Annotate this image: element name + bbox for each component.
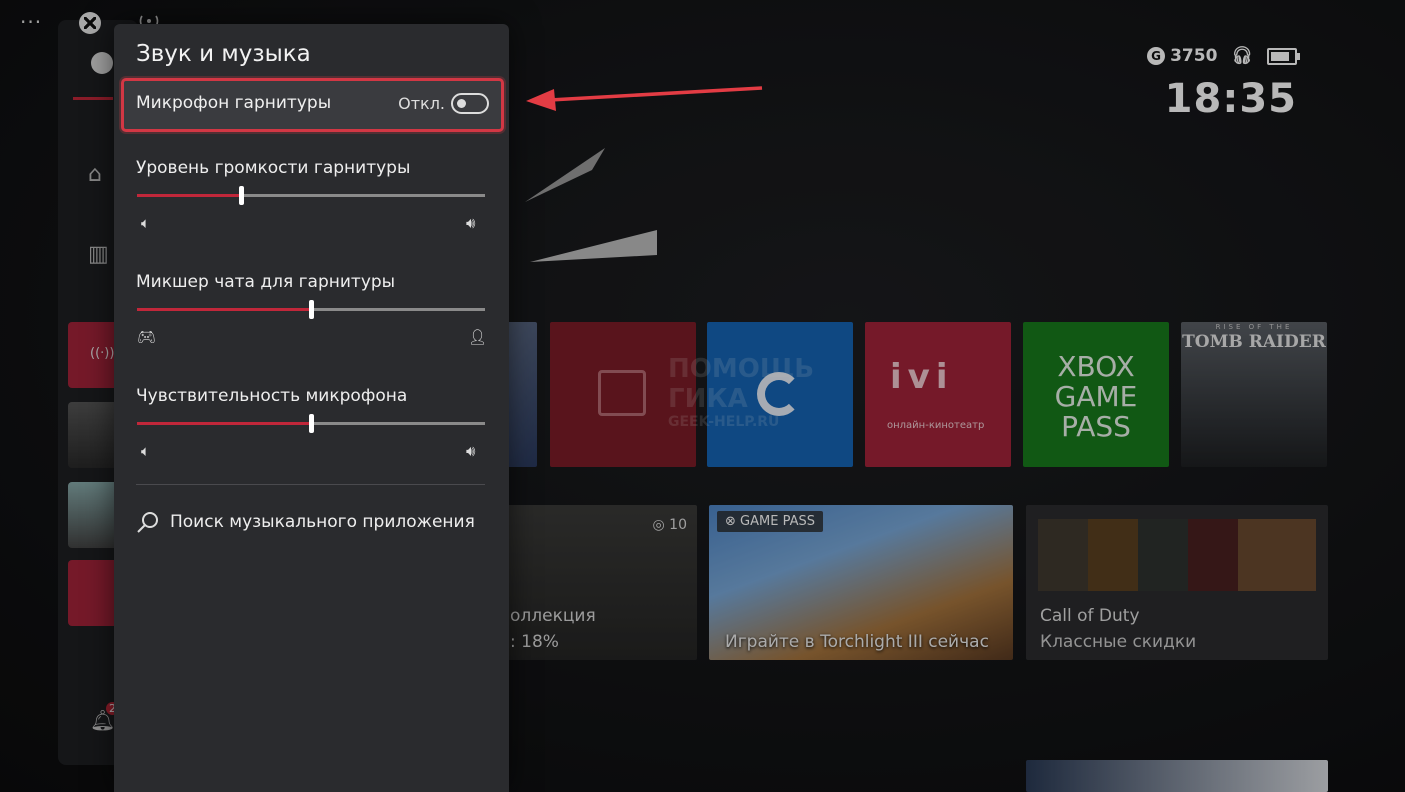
headset-mic-label: Микрофон гарнитуры <box>136 93 332 113</box>
watermark: ПОМОЩЬ ГИКА GEEK-HELP.RU <box>668 354 814 430</box>
status-bar: G 3750 🎧︎ <box>1147 46 1300 66</box>
tile-ivi[interactable]: ivi онлайн-кинотеатр <box>865 322 1011 467</box>
controller-icon: 🎮︎ <box>137 328 157 346</box>
volume-high-icon: 🔊︎ <box>466 214 476 232</box>
search-icon <box>137 512 158 533</box>
xbox-small-icon: ⊗ <box>725 514 736 529</box>
chat-mixer-fill <box>137 308 311 311</box>
rail-active-underline <box>73 97 113 100</box>
search-music-app-button[interactable]: Поиск музыкального приложения <box>136 510 475 534</box>
headset-volume-slider[interactable] <box>137 186 485 205</box>
panel-title: Звук и музыка <box>136 41 311 67</box>
watermark-line3: GEEK-HELP.RU <box>668 414 780 430</box>
headset-mic-state: Откл. <box>398 94 445 113</box>
annotation-arrow <box>526 86 763 111</box>
chat-mixer-slider[interactable] <box>137 300 485 319</box>
tile-call-of-duty[interactable]: Call of Duty Классные скидки <box>1026 505 1328 660</box>
broadcast-icon: ((·)) <box>90 346 115 361</box>
tomb-raider-subtitle: RISE OF THE <box>1215 323 1293 331</box>
ivi-logo-icon: ivi <box>890 357 954 397</box>
xgp-line3: PASS <box>1061 410 1131 443</box>
cod-subtitle: Классные скидки <box>1040 632 1197 652</box>
gamerscore-value: 3750 <box>1170 46 1218 66</box>
clock: 18:35 <box>1164 76 1297 122</box>
achievement-badge: ◎ 10 <box>652 517 688 533</box>
headset-volume-fill <box>137 194 242 197</box>
headset-mic-toggle-row[interactable]: Микрофон гарнитуры Откл. <box>121 78 504 132</box>
headset-icon: 🎧︎ <box>1231 46 1253 66</box>
battery-icon <box>1267 47 1300 65</box>
library-icon[interactable]: ▥ <box>88 242 109 267</box>
home-icon[interactable]: ⌂ <box>88 162 102 187</box>
tile-tomb-raider[interactable]: RISE OF THE TOMB RAIDER <box>1181 322 1327 467</box>
gamerscore: G 3750 <box>1147 46 1217 66</box>
collection-line2: : 18% <box>510 632 559 652</box>
mic-sensitivity-thumb[interactable] <box>309 414 314 433</box>
volume-low-icon: 🔈︎ <box>141 214 151 232</box>
chat-mixer-label: Микшер чата для гарнитуры <box>136 272 396 292</box>
panel-divider <box>136 484 485 485</box>
tile-partial-blue[interactable] <box>505 322 537 467</box>
xgp-line2: GAME <box>1054 380 1138 413</box>
xgp-wordmark: XBOX GAME PASS <box>1023 352 1169 442</box>
xgp-line1: XBOX <box>1057 350 1135 383</box>
ivi-caption: онлайн-кинотеатр <box>887 420 985 431</box>
xbox-logo-icon[interactable] <box>79 12 101 34</box>
mic-sensitivity-fill <box>137 422 311 425</box>
search-music-app-label: Поиск музыкального приложения <box>170 512 475 532</box>
achievement-count: 10 <box>669 517 687 533</box>
tile-xbox-game-pass[interactable]: XBOX GAME PASS <box>1023 322 1169 467</box>
chat-mixer-thumb[interactable] <box>309 300 314 319</box>
gamepass-badge: ⊗ GAME PASS <box>717 511 823 532</box>
tile-bottom-partial[interactable] <box>1026 760 1328 792</box>
gamerscore-icon: G <box>1147 47 1166 65</box>
watermark-line1: ПОМОЩЬ <box>668 354 815 384</box>
sensitivity-high-icon: 🔊︎ <box>466 442 476 460</box>
store-bag-icon <box>598 370 646 416</box>
audio-music-panel: Звук и музыка Микрофон гарнитуры Откл. У… <box>114 24 509 792</box>
collection-line1: оллекция <box>510 606 596 626</box>
cod-title: Call of Duty <box>1040 606 1140 626</box>
gamepass-badge-label: GAME PASS <box>740 514 815 529</box>
rail-xbox-icon[interactable] <box>91 52 113 74</box>
mic-sensitivity-label: Чувствительность микрофона <box>136 386 408 406</box>
headset-volume-thumb[interactable] <box>239 186 245 205</box>
torchlight-caption: Играйте в Torchlight III сейчас <box>725 632 989 652</box>
person-icon: 👤︎ <box>468 328 488 346</box>
headset-mic-toggle[interactable] <box>451 93 489 114</box>
mic-sensitivity-slider[interactable] <box>137 414 485 433</box>
tomb-raider-title: TOMB RAIDER <box>1182 332 1326 352</box>
tile-torchlight[interactable]: ⊗ GAME PASS Играйте в Torchlight III сей… <box>709 505 1013 660</box>
headset-volume-label: Уровень громкости гарнитуры <box>136 158 411 178</box>
watermark-line2: ГИКА <box>668 384 748 414</box>
decorative-shards <box>525 148 657 262</box>
more-menu-icon[interactable]: ··· <box>20 10 42 34</box>
sensitivity-low-icon: 🔈︎ <box>141 442 151 460</box>
cod-covers <box>1038 519 1316 591</box>
